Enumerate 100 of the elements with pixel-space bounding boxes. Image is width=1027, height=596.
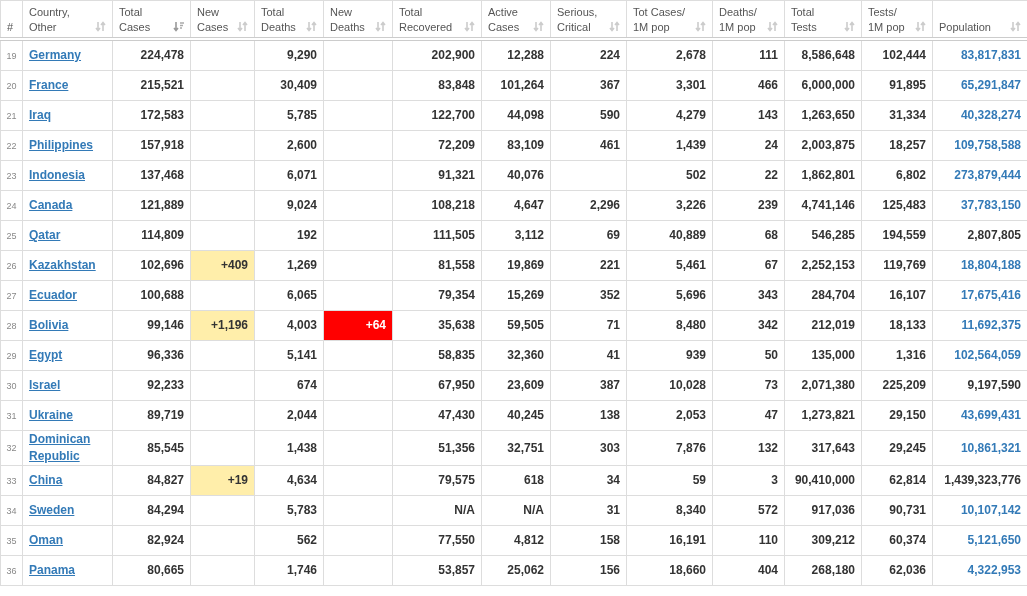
table-cell: 212,019 — [784, 310, 862, 341]
table-cell: 90,410,000 — [784, 465, 862, 496]
sort-icon — [306, 21, 317, 32]
table-cell: 3,301 — [626, 70, 713, 101]
table-cell: 59 — [626, 465, 713, 496]
sort-icon — [533, 21, 544, 32]
sort-icon — [915, 21, 926, 32]
table-cell: 387 — [550, 370, 627, 401]
table-cell: 68 — [712, 220, 785, 251]
table-cell: 30,409 — [254, 70, 324, 101]
table-cell: 16,191 — [626, 525, 713, 556]
row-number: 24 — [0, 190, 23, 221]
table-cell: 284,704 — [784, 280, 862, 311]
sort-icon — [844, 21, 855, 32]
table-cell: 9,024 — [254, 190, 324, 221]
table-cell: 80,665 — [112, 555, 191, 586]
table-cell: 309,212 — [784, 525, 862, 556]
table-cell: 114,809 — [112, 220, 191, 251]
table-cell: 9,197,590 — [932, 370, 1027, 401]
table-cell: 19,869 — [481, 250, 551, 281]
table-cell: 90,731 — [861, 495, 933, 526]
table-cell: 53,857 — [392, 555, 482, 586]
table-cell: 84,294 — [112, 495, 191, 526]
table-cell: 2,071,380 — [784, 370, 862, 401]
table-cell: 618 — [481, 465, 551, 496]
table-cell: 2,003,875 — [784, 130, 862, 161]
table-cell: 2,252,153 — [784, 250, 862, 281]
table-cell: 352 — [550, 280, 627, 311]
sort-icon — [95, 21, 106, 32]
table-cell: 2,807,805 — [932, 220, 1027, 251]
country-link[interactable]: Iraq — [29, 107, 51, 124]
table-cell: 16,107 — [861, 280, 933, 311]
table-cell: 1,439,323,776 — [932, 465, 1027, 496]
table-cell: 8,480 — [626, 310, 713, 341]
table-cell: 137,468 — [112, 160, 191, 191]
row-number: 22 — [0, 130, 23, 161]
row-number: 28 — [0, 310, 23, 341]
table-cell: N/A — [392, 495, 482, 526]
table-cell: 317,643 — [784, 430, 862, 466]
sort-icon — [609, 21, 620, 32]
table-cell: 22 — [712, 160, 785, 191]
table-cell: 1,316 — [861, 340, 933, 371]
row-number: 21 — [0, 100, 23, 131]
table-cell: 4,279 — [626, 100, 713, 131]
table-cell: 125,483 — [861, 190, 933, 221]
table-cell: 60,374 — [861, 525, 933, 556]
row-number: 30 — [0, 370, 23, 401]
table-cell: 239 — [712, 190, 785, 221]
table-cell: +409 — [190, 250, 255, 281]
table-cell: 4,741,146 — [784, 190, 862, 221]
row-number: 20 — [0, 70, 23, 101]
table-cell: 91,321 — [392, 160, 482, 191]
table-cell: 67,950 — [392, 370, 482, 401]
table-cell: 102,444 — [861, 39, 933, 71]
table-cell: 32,360 — [481, 340, 551, 371]
table-cell: 59,505 — [481, 310, 551, 341]
table-cell: 6,065 — [254, 280, 324, 311]
table-cell: 5,783 — [254, 495, 324, 526]
table-cell: 466 — [712, 70, 785, 101]
table-cell: 6,802 — [861, 160, 933, 191]
table-cell: 100,688 — [112, 280, 191, 311]
table-cell: 1,269 — [254, 250, 324, 281]
table-cell: 25,062 — [481, 555, 551, 586]
table-cell: +19 — [190, 465, 255, 496]
table-cell: 6,000,000 — [784, 70, 862, 101]
table-cell: 132 — [712, 430, 785, 466]
row-number: 36 — [0, 555, 23, 586]
row-number: 25 — [0, 220, 23, 251]
table-cell: 71 — [550, 310, 627, 341]
table-cell: 4,812 — [481, 525, 551, 556]
country-link[interactable]: Israel — [29, 377, 61, 394]
table-cell: 122,700 — [392, 100, 482, 131]
table-cell: 102,696 — [112, 250, 191, 281]
sort-icon — [375, 21, 386, 32]
row-number: 27 — [0, 280, 23, 311]
table-cell: 342 — [712, 310, 785, 341]
country-link[interactable]: Qatar — [29, 227, 61, 244]
table-cell: 29,245 — [861, 430, 933, 466]
table-cell: 3,112 — [481, 220, 551, 251]
row-number: 32 — [0, 430, 23, 466]
table-cell: 91,895 — [861, 70, 933, 101]
table-cell: 674 — [254, 370, 324, 401]
table-cell: 4,003 — [254, 310, 324, 341]
table-cell: 562 — [254, 525, 324, 556]
table-cell: 40,245 — [481, 400, 551, 431]
table-cell: 29,150 — [861, 400, 933, 431]
table-cell: 7,876 — [626, 430, 713, 466]
row-number: 33 — [0, 465, 23, 496]
table-cell: 4,647 — [481, 190, 551, 221]
row-number: 34 — [0, 495, 23, 526]
table-cell: 89,719 — [112, 400, 191, 431]
table-cell: 224,478 — [112, 39, 191, 71]
table-cell: 1,862,801 — [784, 160, 862, 191]
row-number: 19 — [0, 39, 23, 71]
table-cell: 47 — [712, 400, 785, 431]
table-cell: 221 — [550, 250, 627, 281]
table-cell: 92,233 — [112, 370, 191, 401]
table-cell: 2,044 — [254, 400, 324, 431]
table-cell: 157,918 — [112, 130, 191, 161]
table-cell: 35,638 — [392, 310, 482, 341]
